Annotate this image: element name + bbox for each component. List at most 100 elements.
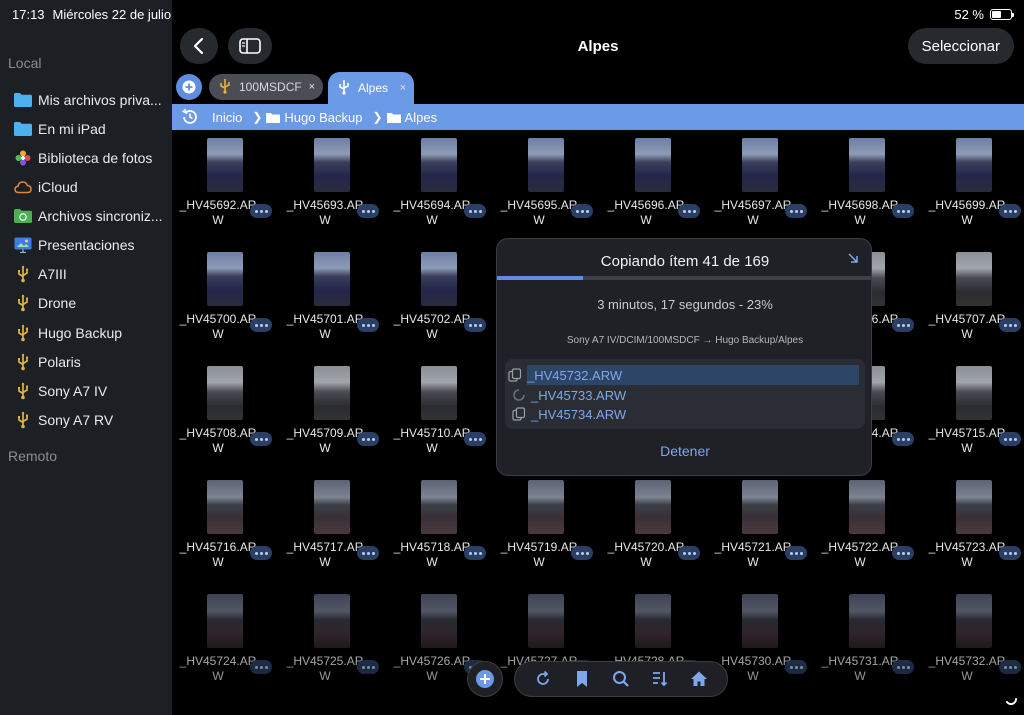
file-thumbnail[interactable] [956,480,992,534]
breadcrumb-home[interactable]: Inicio [212,110,242,125]
more-options-button[interactable] [464,432,486,446]
file-thumbnail[interactable] [207,480,243,534]
file-thumbnail[interactable] [528,480,564,534]
file-item[interactable]: _HV45732.ARW [921,588,1024,702]
more-options-button[interactable] [250,660,272,674]
file-thumbnail[interactable] [421,138,457,192]
file-thumbnail[interactable] [314,594,350,648]
stop-button[interactable]: Detener [497,443,871,459]
file-item[interactable]: _HV45692.ARW [172,132,278,246]
file-thumbnail[interactable] [956,138,992,192]
file-thumbnail[interactable] [314,480,350,534]
file-thumbnail[interactable] [635,138,671,192]
file-thumbnail[interactable] [421,480,457,534]
more-options-button[interactable] [464,546,486,560]
file-item[interactable]: _HV45695.ARW [493,132,599,246]
file-thumbnail[interactable] [849,138,885,192]
more-options-button[interactable] [892,204,914,218]
file-item[interactable]: _HV45709.ARW [279,360,385,474]
file-item[interactable]: _HV45719.ARW [493,474,599,588]
more-options-button[interactable] [464,318,486,332]
file-item[interactable]: _HV45716.ARW [172,474,278,588]
file-item[interactable]: _HV45702.ARW [386,246,492,360]
more-options-button[interactable] [785,204,807,218]
file-thumbnail[interactable] [207,594,243,648]
add-button[interactable] [467,661,503,697]
more-options-button[interactable] [999,204,1021,218]
tab-alpes[interactable]: Alpes × [328,72,414,104]
more-options-button[interactable] [571,546,593,560]
file-item[interactable]: _HV45720.ARW [600,474,706,588]
file-thumbnail[interactable] [956,252,992,306]
breadcrumb-item-alpes[interactable]: Alpes [405,110,438,125]
sidebar-item-biblioteca-de-fotos[interactable]: Biblioteca de fotos [14,147,170,169]
file-item[interactable]: _HV45696.ARW [600,132,706,246]
file-item[interactable]: _HV45710.ARW [386,360,492,474]
file-item[interactable]: _HV45700.ARW [172,246,278,360]
sidebar-section-remote[interactable]: Remoto [8,448,57,464]
more-options-button[interactable] [999,546,1021,560]
more-options-button[interactable] [357,318,379,332]
sidebar-item-a7iii[interactable]: A7III [14,263,170,285]
file-item[interactable]: _HV45723.ARW [921,474,1024,588]
more-options-button[interactable] [357,432,379,446]
file-thumbnail[interactable] [528,594,564,648]
more-options-button[interactable] [999,318,1021,332]
breadcrumb-item-hugo-backup[interactable]: Hugo Backup [284,110,362,125]
file-thumbnail[interactable] [635,480,671,534]
file-thumbnail[interactable] [742,594,778,648]
file-thumbnail[interactable] [314,252,350,306]
more-options-button[interactable] [892,318,914,332]
more-options-button[interactable] [785,660,807,674]
more-options-button[interactable] [999,432,1021,446]
history-icon[interactable] [180,107,200,127]
search-button[interactable] [608,666,634,692]
file-thumbnail[interactable] [207,138,243,192]
more-options-button[interactable] [357,660,379,674]
file-item[interactable]: _HV45698.ARW [814,132,920,246]
file-thumbnail[interactable] [956,594,992,648]
file-thumbnail[interactable] [421,252,457,306]
file-item[interactable]: _HV45725.ARW [279,588,385,702]
file-thumbnail[interactable] [849,594,885,648]
file-item[interactable]: _HV45724.ARW [172,588,278,702]
sidebar-item-en-mi-ipad[interactable]: En mi iPad [14,118,170,140]
sidebar-item-sony-a7-rv[interactable]: Sony A7 RV [14,409,170,431]
file-thumbnail[interactable] [742,480,778,534]
file-thumbnail[interactable] [314,138,350,192]
file-thumbnail[interactable] [421,366,457,420]
refresh-button[interactable] [530,666,556,692]
more-options-button[interactable] [250,318,272,332]
more-options-button[interactable] [357,546,379,560]
sidebar-item-sony-a7-iv[interactable]: Sony A7 IV [14,380,170,402]
file-item[interactable]: _HV45708.ARW [172,360,278,474]
close-icon[interactable]: × [309,81,315,93]
sidebar-item-polaris[interactable]: Polaris [14,351,170,373]
close-icon[interactable]: × [400,82,406,94]
more-options-button[interactable] [250,204,272,218]
sidebar-item-presentaciones[interactable]: Presentaciones [14,234,170,256]
file-thumbnail[interactable] [849,480,885,534]
sort-button[interactable] [647,666,673,692]
more-options-button[interactable] [678,546,700,560]
file-item[interactable]: _HV45697.ARW [707,132,813,246]
file-item[interactable]: _HV45715.ARW [921,360,1024,474]
file-item[interactable]: _HV45701.ARW [279,246,385,360]
more-options-button[interactable] [678,204,700,218]
file-thumbnail[interactable] [528,138,564,192]
select-button[interactable]: Seleccionar [907,28,1014,64]
file-item[interactable]: _HV45699.ARW [921,132,1024,246]
sidebar-item-hugo-backup[interactable]: Hugo Backup [14,322,170,344]
more-options-button[interactable] [892,546,914,560]
minimize-dialog-button[interactable] [847,251,859,269]
file-item[interactable]: _HV45707.ARW [921,246,1024,360]
copy-file-list[interactable]: _HV45732.ARW _HV45733.ARW _HV45734.ARW [505,359,865,429]
file-thumbnail[interactable] [635,594,671,648]
file-item[interactable]: _HV45731.ARW [814,588,920,702]
file-item[interactable]: _HV45693.ARW [279,132,385,246]
add-tab-button[interactable] [176,74,202,100]
file-thumbnail[interactable] [314,366,350,420]
bookmark-button[interactable] [569,666,595,692]
file-item[interactable]: _HV45717.ARW [279,474,385,588]
file-item[interactable]: _HV45722.ARW [814,474,920,588]
